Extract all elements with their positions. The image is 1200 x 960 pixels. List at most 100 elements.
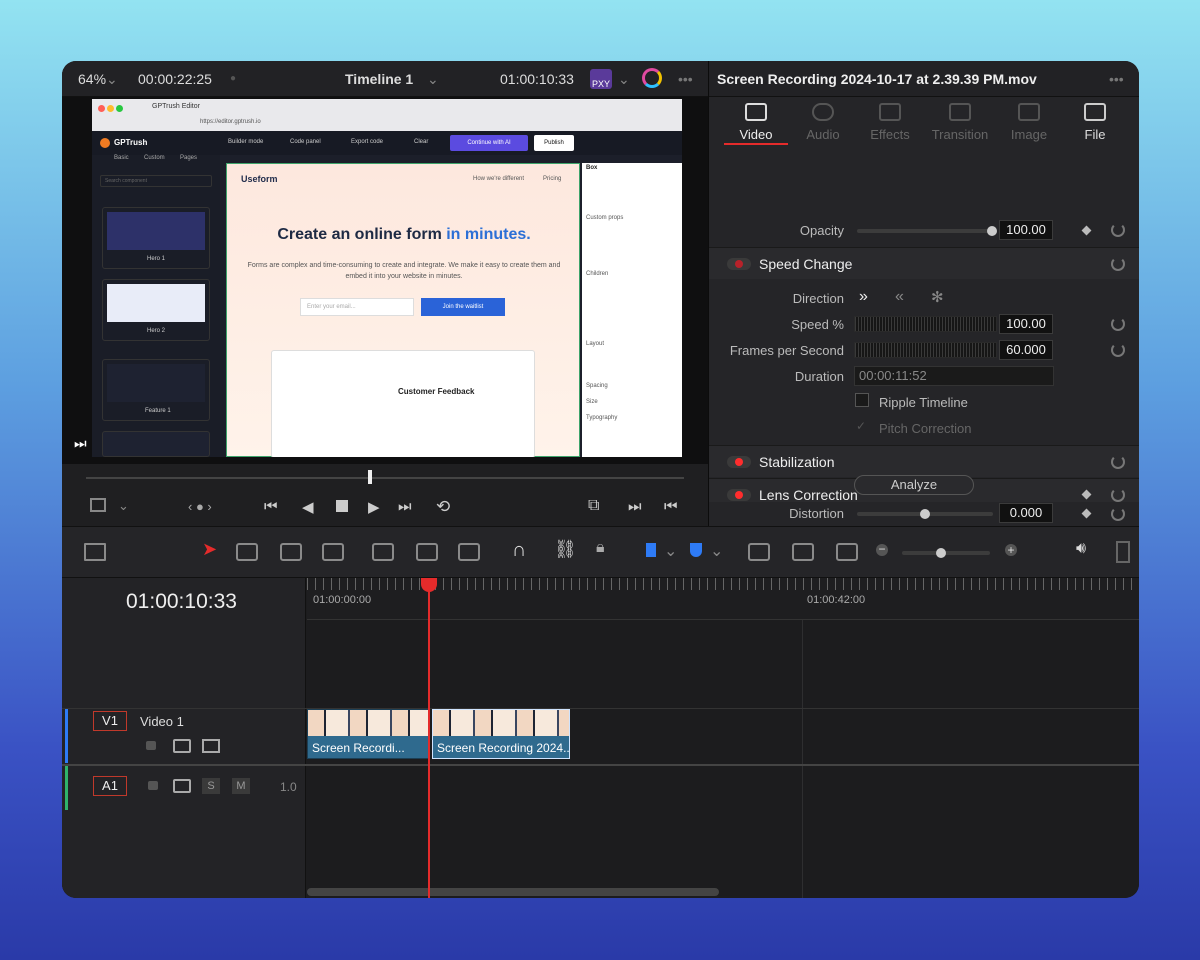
snapping-icon[interactable]: ∩ [512, 539, 526, 562]
zoom-detail-icon[interactable] [792, 543, 814, 561]
flag-icon[interactable] [646, 543, 656, 557]
replace-clip-icon[interactable] [458, 543, 480, 561]
video-clip[interactable]: Screen Recording 2024... [432, 709, 570, 759]
horizontal-scrollbar[interactable] [307, 888, 719, 896]
tab-file[interactable]: File [1060, 103, 1130, 142]
video-track-1: V1 Video 1 Screen Recordi... Screen Reco… [62, 708, 1139, 763]
scrubber-handle[interactable] [368, 470, 372, 484]
loop-icon[interactable]: ⟲ [436, 497, 450, 517]
timeline-view-icon[interactable] [84, 543, 106, 561]
checkmark-icon[interactable]: ✓ [856, 419, 866, 433]
chevron-down-icon[interactable]: ⌄ [106, 71, 118, 88]
jog-control-icon[interactable]: ‹ ● › [188, 499, 212, 514]
mute-button[interactable]: M [232, 778, 250, 794]
skip-to-start-icon[interactable]: ⏮ [264, 498, 278, 515]
dynamic-trim-icon[interactable] [280, 543, 302, 561]
reverse-direction-icon[interactable]: « [895, 288, 904, 306]
match-frame-icon[interactable]: ⧉ [588, 497, 599, 515]
reset-icon[interactable] [1111, 455, 1125, 469]
zoom-level[interactable]: 64% [78, 71, 106, 87]
reset-icon[interactable] [1111, 223, 1125, 237]
tab-image[interactable]: Image [994, 103, 1064, 142]
chevron-down-icon[interactable]: ⌄ [710, 541, 723, 561]
play-reverse-icon[interactable]: ◀ [302, 498, 314, 516]
more-options-icon[interactable]: ••• [678, 71, 693, 87]
track-tag-v1[interactable]: V1 [93, 711, 127, 731]
zoom-slider[interactable] [902, 548, 990, 558]
proxy-badge[interactable]: PXY [590, 69, 612, 89]
color-wheel-icon[interactable] [642, 68, 662, 88]
enable-toggle[interactable] [727, 456, 751, 468]
lock-icon[interactable] [146, 741, 156, 750]
lock-icon[interactable]: 🔒︎ [596, 539, 605, 557]
overwrite-clip-icon[interactable] [416, 543, 438, 561]
chevron-down-icon[interactable]: ⌄ [664, 541, 677, 561]
track-level: 1.0 [280, 780, 297, 794]
prev-edit-icon[interactable]: ⏮ [664, 498, 678, 515]
more-options-icon[interactable]: ••• [1109, 71, 1124, 87]
transform-icon[interactable] [90, 498, 106, 512]
film-icon[interactable] [202, 739, 220, 753]
duration-field[interactable]: 00:00:11:52 [854, 366, 1054, 386]
stabilization-section[interactable]: Stabilization [709, 445, 1139, 477]
reset-icon[interactable] [1111, 317, 1125, 331]
fullscreen-icon[interactable]: ⏭ [74, 435, 87, 452]
audio-meter-icon[interactable] [1116, 541, 1130, 563]
skip-to-end-icon[interactable]: ⏭ [398, 498, 412, 515]
tab-transition[interactable]: Transition [925, 103, 995, 142]
tab-effects[interactable]: Effects [855, 103, 925, 142]
playhead[interactable] [428, 578, 430, 898]
zoom-custom-icon[interactable] [836, 543, 858, 561]
chevron-down-icon[interactable]: ⌄ [618, 71, 630, 88]
fps-value[interactable]: 60.000 [999, 340, 1053, 360]
chevron-down-icon[interactable]: ⌄ [118, 498, 129, 514]
zoom-full-icon[interactable] [748, 543, 770, 561]
opacity-value[interactable]: 100.00 [999, 220, 1053, 240]
distortion-value[interactable]: 0.000 [999, 503, 1053, 523]
speed-meter[interactable] [854, 316, 997, 332]
track-tag-a1[interactable]: A1 [93, 776, 127, 796]
reset-icon[interactable] [1111, 343, 1125, 357]
timeline-name[interactable]: Timeline 1 [345, 71, 413, 87]
next-edit-icon[interactable]: ⏭ [628, 498, 642, 515]
zoom-in-icon[interactable]: + [1005, 544, 1017, 556]
keyframe-diamond-icon[interactable] [1081, 508, 1092, 519]
viewer[interactable]: GPTrush Editor https://editor.gptrush.io… [62, 97, 708, 464]
scrubber-track[interactable] [86, 477, 684, 479]
auto-select-icon[interactable] [173, 739, 191, 753]
chevron-down-icon[interactable]: ⌄ [427, 71, 439, 88]
analyze-button[interactable]: Analyze [854, 475, 974, 495]
auto-select-icon[interactable] [173, 779, 191, 793]
slider-knob[interactable] [936, 548, 946, 558]
video-clip[interactable]: Screen Recordi... [307, 709, 430, 759]
trim-tool-icon[interactable] [236, 543, 258, 561]
link-icon[interactable]: ⛓ [554, 539, 577, 560]
slider-knob[interactable] [920, 509, 930, 519]
lock-icon[interactable] [148, 781, 158, 790]
forward-direction-icon[interactable]: » [859, 288, 868, 306]
blade-tool-icon[interactable] [322, 543, 344, 561]
slider-knob[interactable] [987, 226, 997, 236]
tab-audio[interactable]: Audio [788, 103, 858, 142]
tab-video[interactable]: Video [721, 103, 791, 142]
insert-clip-icon[interactable] [372, 543, 394, 561]
zoom-out-icon[interactable]: − [876, 543, 888, 556]
speed-change-section[interactable]: Speed Change [709, 247, 1139, 279]
keyframe-diamond-icon[interactable] [1081, 225, 1092, 236]
speed-value[interactable]: 100.00 [999, 314, 1053, 334]
selection-tool-icon[interactable]: ➤ [202, 539, 217, 560]
play-icon[interactable]: ▶ [368, 498, 380, 516]
stop-icon[interactable] [336, 500, 348, 512]
opacity-slider[interactable] [857, 226, 997, 236]
ripple-checkbox[interactable] [855, 393, 869, 407]
distortion-slider[interactable] [857, 509, 993, 519]
toggle-dot [735, 260, 743, 268]
freeze-frame-icon[interactable]: ✻ [931, 288, 944, 306]
reset-icon[interactable] [1111, 507, 1125, 521]
marker-icon[interactable] [690, 543, 702, 557]
fps-meter[interactable] [854, 342, 997, 358]
enable-toggle[interactable] [727, 258, 751, 270]
solo-button[interactable]: S [202, 778, 220, 794]
audio-volume-icon[interactable]: 🔊︎ [1076, 540, 1086, 558]
reset-icon[interactable] [1111, 257, 1125, 271]
